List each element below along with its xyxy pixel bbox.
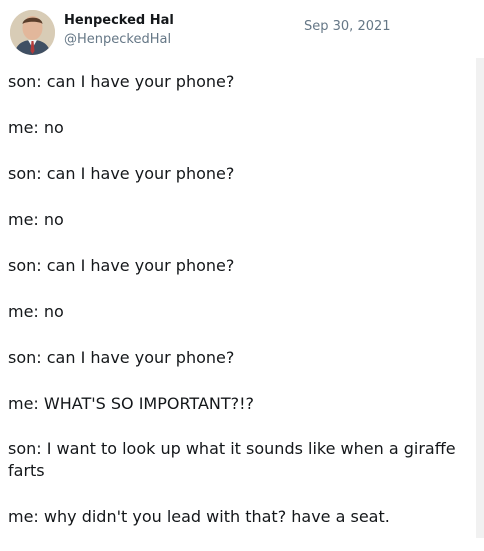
tweet-line: son: can I have your phone? — [8, 256, 235, 275]
tweet-date[interactable]: Sep 30, 2021 — [304, 19, 391, 34]
avatar[interactable] — [10, 10, 55, 55]
tweet-line: me: no — [8, 118, 64, 137]
tweet-header: Henpecked Hal @HenpeckedHal Sep 30, 2021 — [10, 10, 480, 60]
tweet-line: me: no — [8, 302, 64, 321]
display-name[interactable]: Henpecked Hal — [64, 13, 174, 28]
user-handle[interactable]: @HenpeckedHal — [64, 32, 171, 47]
tweet-line: son: can I have your phone? — [8, 72, 235, 91]
avatar-photo-icon — [10, 10, 55, 55]
tweet-line: son: I want to look up what it sounds li… — [8, 439, 456, 480]
tweet-body: son: can I have your phone? me: no son: … — [8, 70, 478, 551]
tweet-card: Henpecked Hal @HenpeckedHal Sep 30, 2021… — [0, 0, 484, 538]
tweet-line: me: WHAT'S SO IMPORTANT?!? — [8, 394, 255, 413]
tweet-line: son: can I have your phone? — [8, 348, 235, 367]
tweet-line: me: no — [8, 210, 64, 229]
tweet-line: son: can I have your phone? — [8, 164, 235, 183]
tweet-line: me: why didn't you lead with that? have … — [8, 507, 390, 526]
